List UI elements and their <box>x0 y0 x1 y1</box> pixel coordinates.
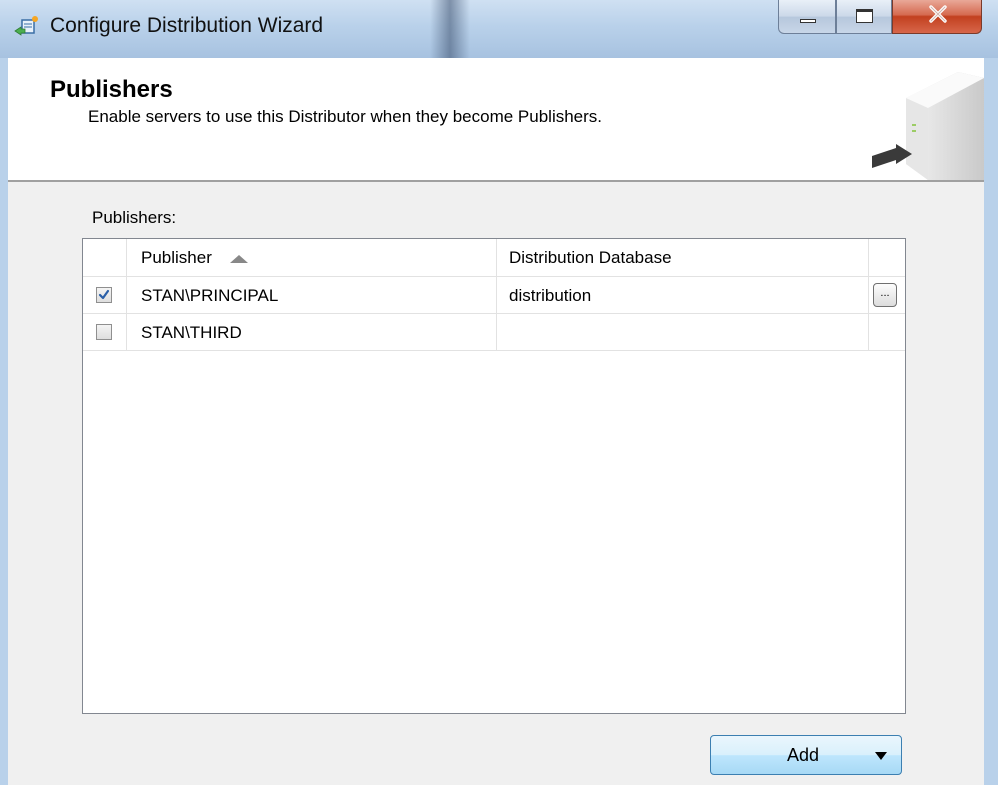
grid-button-cell <box>869 314 905 350</box>
publisher-checkbox[interactable] <box>96 287 112 303</box>
publisher-cell: STAN\PRINCIPAL <box>127 277 497 313</box>
page-title: Publishers <box>50 76 173 103</box>
maximize-button[interactable] <box>836 0 892 34</box>
column-header-publisher[interactable]: Publisher <box>127 239 497 276</box>
window-frame-right <box>984 58 998 785</box>
grid-check-cell <box>83 314 127 350</box>
maximize-icon <box>856 9 873 23</box>
column-header-distribution-database[interactable]: Distribution Database <box>497 239 869 276</box>
table-row[interactable]: STAN\PRINCIPAL distribution ... <box>83 277 905 314</box>
publisher-checkbox[interactable] <box>96 324 112 340</box>
minimize-button[interactable] <box>778 0 836 34</box>
dropdown-arrow-icon <box>875 752 887 760</box>
publishers-label: Publishers: <box>92 208 177 227</box>
page-subtitle: Enable servers to use this Distributor w… <box>88 107 603 126</box>
distribution-database-cell[interactable]: distribution <box>497 277 869 313</box>
add-button-label: Add <box>787 745 820 765</box>
title-bar[interactable]: Configure Distribution Wizard <box>0 0 998 58</box>
publisher-properties-button[interactable]: ... <box>873 283 897 307</box>
server-icon <box>866 64 984 180</box>
window-frame-left <box>0 58 8 785</box>
close-icon <box>927 3 949 30</box>
wizard-client-area: Publishers Enable servers to use this Di… <box>8 58 984 785</box>
sort-ascending-icon <box>229 254 248 263</box>
publishers-grid[interactable]: Publisher Distribution Database STAN\PRI… <box>82 238 906 714</box>
minimize-icon <box>800 19 816 23</box>
add-button[interactable]: Add <box>710 735 902 775</box>
wizard-header: Publishers Enable servers to use this Di… <box>8 58 984 182</box>
grid-header-button-column <box>869 239 905 276</box>
grid-header-check-column <box>83 239 127 276</box>
grid-check-cell <box>83 277 127 313</box>
wizard-icon <box>14 14 40 40</box>
window-title: Configure Distribution Wizard <box>50 14 324 37</box>
table-row[interactable]: STAN\THIRD <box>83 314 905 351</box>
column-header-database-label: Distribution Database <box>509 248 672 267</box>
close-button[interactable] <box>892 0 982 34</box>
grid-header-row: Publisher Distribution Database <box>83 239 905 277</box>
distribution-database-cell[interactable] <box>497 314 869 350</box>
column-header-publisher-label: Publisher <box>141 248 212 267</box>
checkmark-icon <box>98 289 110 300</box>
publisher-cell: STAN\THIRD <box>127 314 497 350</box>
